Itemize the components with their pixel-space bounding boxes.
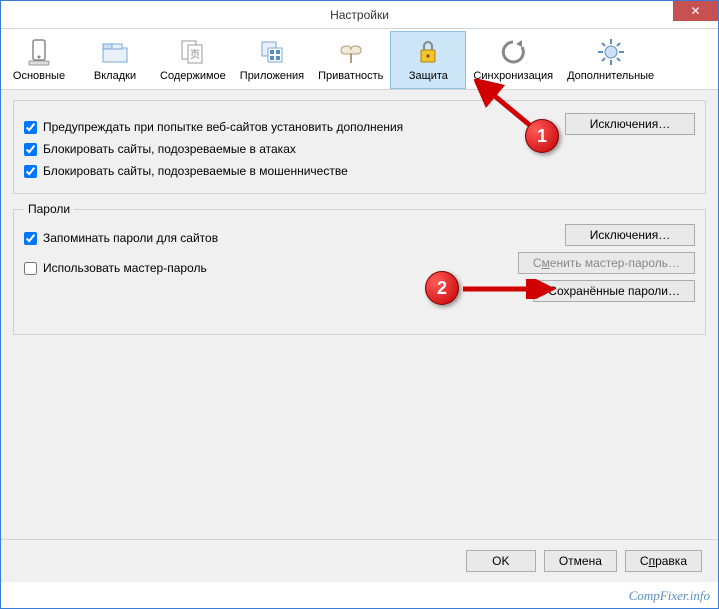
titlebar: Настройки ✕ (1, 1, 718, 29)
tab-label: Вкладки (94, 70, 136, 82)
svg-text:页: 页 (190, 49, 200, 61)
tab-general[interactable]: Основные (1, 31, 77, 89)
advanced-icon (595, 36, 627, 68)
annotation-arrow-2 (459, 279, 559, 299)
addons-group: Исключения… Предупреждать при попытке ве… (13, 100, 706, 194)
close-icon: ✕ (690, 4, 700, 18)
change-master-password-button: Сменить мастер-пароль… (518, 252, 695, 274)
cancel-button[interactable]: Отмена (544, 550, 617, 572)
tab-label: Основные (13, 70, 65, 82)
annotation-bubble-2: 2 (425, 271, 459, 305)
applications-icon (256, 36, 288, 68)
close-button[interactable]: ✕ (673, 1, 718, 21)
window-title: Настройки (1, 8, 718, 22)
help-button[interactable]: Справка (625, 550, 702, 572)
tab-label: Содержимое (160, 70, 226, 82)
tab-label: Защита (409, 70, 448, 82)
general-icon (23, 36, 55, 68)
block-fraud-label[interactable]: Блокировать сайты, подозреваемые в мошен… (24, 164, 348, 178)
tab-label: Дополнительные (567, 70, 654, 82)
tab-content[interactable]: 页 Содержимое (153, 31, 233, 89)
warn-addons-checkbox[interactable] (24, 121, 37, 134)
exclusions-button[interactable]: Исключения… (565, 113, 695, 135)
tab-label: Приложения (240, 70, 304, 82)
privacy-icon (335, 36, 367, 68)
tabs-icon (99, 36, 131, 68)
tab-label: Приватность (318, 70, 383, 82)
use-master-password-text: Использовать мастер-пароль (43, 261, 207, 275)
use-master-password-checkbox[interactable] (24, 262, 37, 275)
tab-advanced[interactable]: Дополнительные (560, 31, 661, 89)
passwords-group: Пароли Исключения… Сменить мастер-пароль… (13, 202, 706, 335)
block-attack-text: Блокировать сайты, подозреваемые в атака… (43, 142, 296, 156)
password-exclusions-button[interactable]: Исключения… (565, 224, 695, 246)
watermark: CompFixer.info (629, 588, 710, 604)
tab-privacy[interactable]: Приватность (311, 31, 390, 89)
tab-applications[interactable]: Приложения (233, 31, 311, 89)
tab-security[interactable]: Защита (390, 31, 466, 89)
content-area: Исключения… Предупреждать при попытке ве… (1, 90, 718, 560)
ok-button[interactable]: OK (466, 550, 536, 572)
remember-passwords-text: Запоминать пароли для сайтов (43, 231, 218, 245)
passwords-legend: Пароли (24, 202, 74, 216)
block-attack-label[interactable]: Блокировать сайты, подозреваемые в атака… (24, 142, 296, 156)
annotation-bubble-1: 1 (525, 119, 559, 153)
dialog-footer: OK Отмена Справка (1, 539, 718, 582)
block-fraud-checkbox[interactable] (24, 165, 37, 178)
tab-tabs[interactable]: Вкладки (77, 31, 153, 89)
security-icon (412, 36, 444, 68)
warn-addons-label[interactable]: Предупреждать при попытке веб-сайтов уст… (24, 120, 403, 134)
remember-passwords-checkbox[interactable] (24, 232, 37, 245)
block-attack-checkbox[interactable] (24, 143, 37, 156)
block-fraud-text: Блокировать сайты, подозреваемые в мошен… (43, 164, 348, 178)
use-master-password-label[interactable]: Использовать мастер-пароль (24, 261, 207, 275)
warn-addons-text: Предупреждать при попытке веб-сайтов уст… (43, 120, 403, 134)
content-icon: 页 (177, 36, 209, 68)
toolbar: Основные Вкладки 页 Содержимое (1, 29, 718, 90)
sync-icon (497, 36, 529, 68)
remember-passwords-label[interactable]: Запоминать пароли для сайтов (24, 231, 218, 245)
